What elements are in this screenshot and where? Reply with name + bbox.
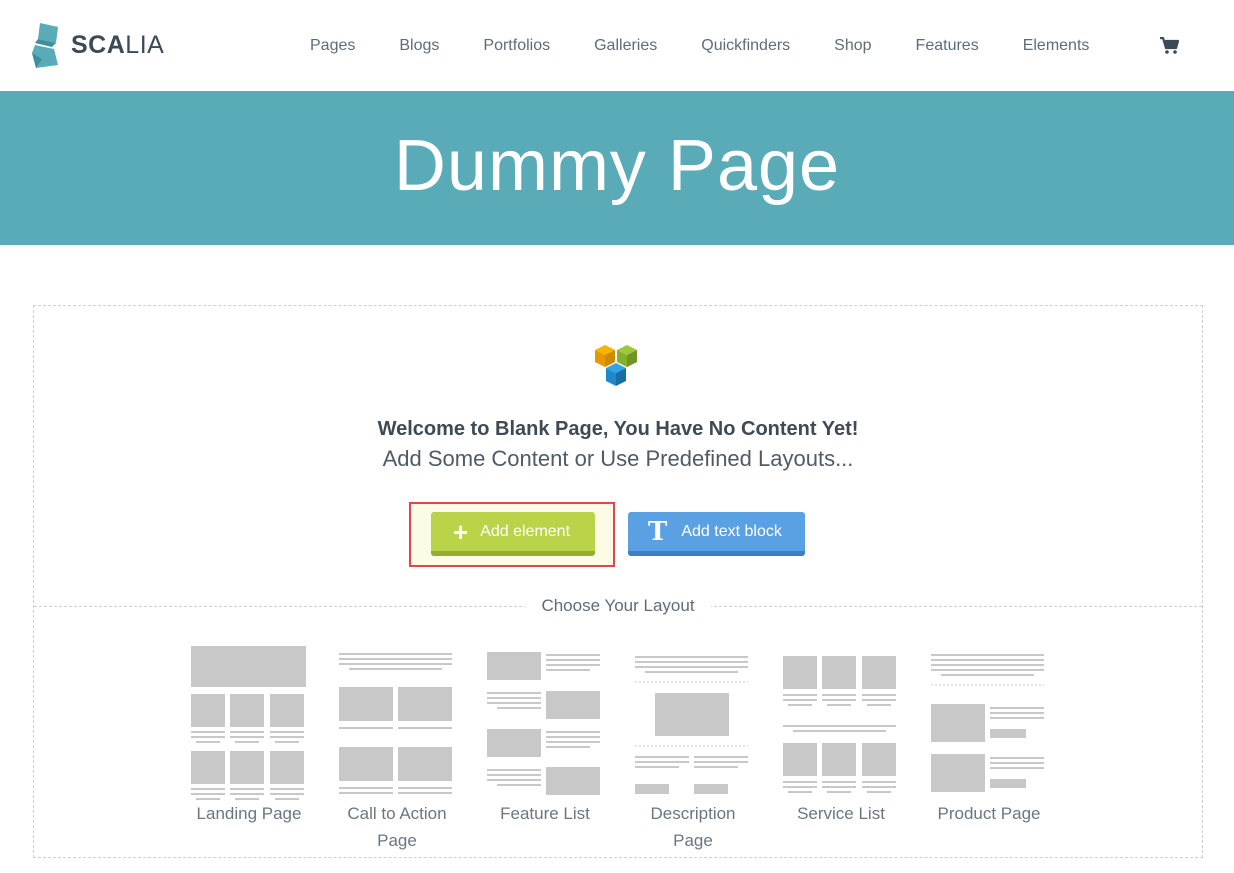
logo-text: SCALIA (71, 31, 164, 60)
welcome-subheading: Add Some Content or Use Predefined Layou… (382, 446, 854, 471)
layout-label: Description Page (650, 804, 736, 850)
logo-text-bold: SCA (71, 31, 126, 59)
site-logo[interactable]: SCALIA (32, 23, 164, 68)
call-to-action-thumbnail-icon (339, 653, 452, 794)
layout-label: Landing Page (196, 804, 302, 823)
scalia-logo-icon (32, 23, 58, 68)
site-header: SCALIA Pages Blogs Portfolios Galleries … (0, 0, 1234, 91)
layout-label: Call to Action Page (347, 804, 447, 850)
layout-product-page[interactable]: Product Page (931, 646, 1046, 827)
plus-icon: + (453, 516, 469, 547)
layout-landing-page[interactable]: Landing Page (191, 646, 306, 827)
nav-item-galleries[interactable]: Galleries (594, 37, 657, 55)
nav-item-blogs[interactable]: Blogs (399, 37, 439, 55)
layout-description-page[interactable]: Description Page (635, 646, 750, 854)
nav-item-elements[interactable]: Elements (1023, 37, 1090, 55)
nav-item-pages[interactable]: Pages (310, 37, 355, 55)
nav-item-shop[interactable]: Shop (834, 37, 871, 55)
layout-label: Service List (797, 804, 885, 823)
layout-call-to-action-page[interactable]: Call to Action Page (339, 646, 454, 854)
layout-service-list[interactable]: Service List (783, 646, 898, 827)
service-list-thumbnail-icon (783, 656, 896, 793)
layout-label: Feature List (500, 804, 590, 823)
add-text-block-label: Add text block (681, 522, 782, 540)
choose-layout-label: Choose Your Layout (525, 596, 711, 615)
description-page-thumbnail-icon (635, 656, 748, 794)
page-title: Dummy Page (393, 126, 841, 206)
main-nav: Pages Blogs Portfolios Galleries Quickfi… (288, 0, 1111, 91)
product-page-thumbnail-icon (931, 654, 1044, 792)
welcome-heading: Welcome to Blank Page, You Have No Conte… (377, 418, 859, 440)
page-title-banner: Dummy Page (0, 91, 1234, 245)
nav-item-features[interactable]: Features (916, 37, 979, 55)
choose-layout-label-wrap: Choose Your Layout (34, 596, 1202, 616)
logo-text-rest: LIA (125, 31, 165, 59)
blank-page-container: Welcome to Blank Page, You Have No Conte… (33, 305, 1203, 858)
visual-composer-logo-icon (595, 345, 637, 386)
shopping-cart-icon[interactable] (1160, 37, 1180, 55)
nav-item-portfolios[interactable]: Portfolios (483, 37, 550, 55)
layout-feature-list[interactable]: Feature List (487, 646, 602, 827)
text-t-icon: T (648, 516, 668, 547)
add-element-label: Add element (480, 522, 571, 540)
landing-page-thumbnail-icon (191, 646, 306, 800)
add-text-block-button[interactable]: T Add text block (628, 512, 805, 556)
add-element-button[interactable]: + Add element (431, 512, 595, 556)
layout-label: Product Page (937, 804, 1041, 823)
feature-list-thumbnail-icon (487, 652, 600, 795)
nav-item-quickfinders[interactable]: Quickfinders (701, 37, 790, 55)
